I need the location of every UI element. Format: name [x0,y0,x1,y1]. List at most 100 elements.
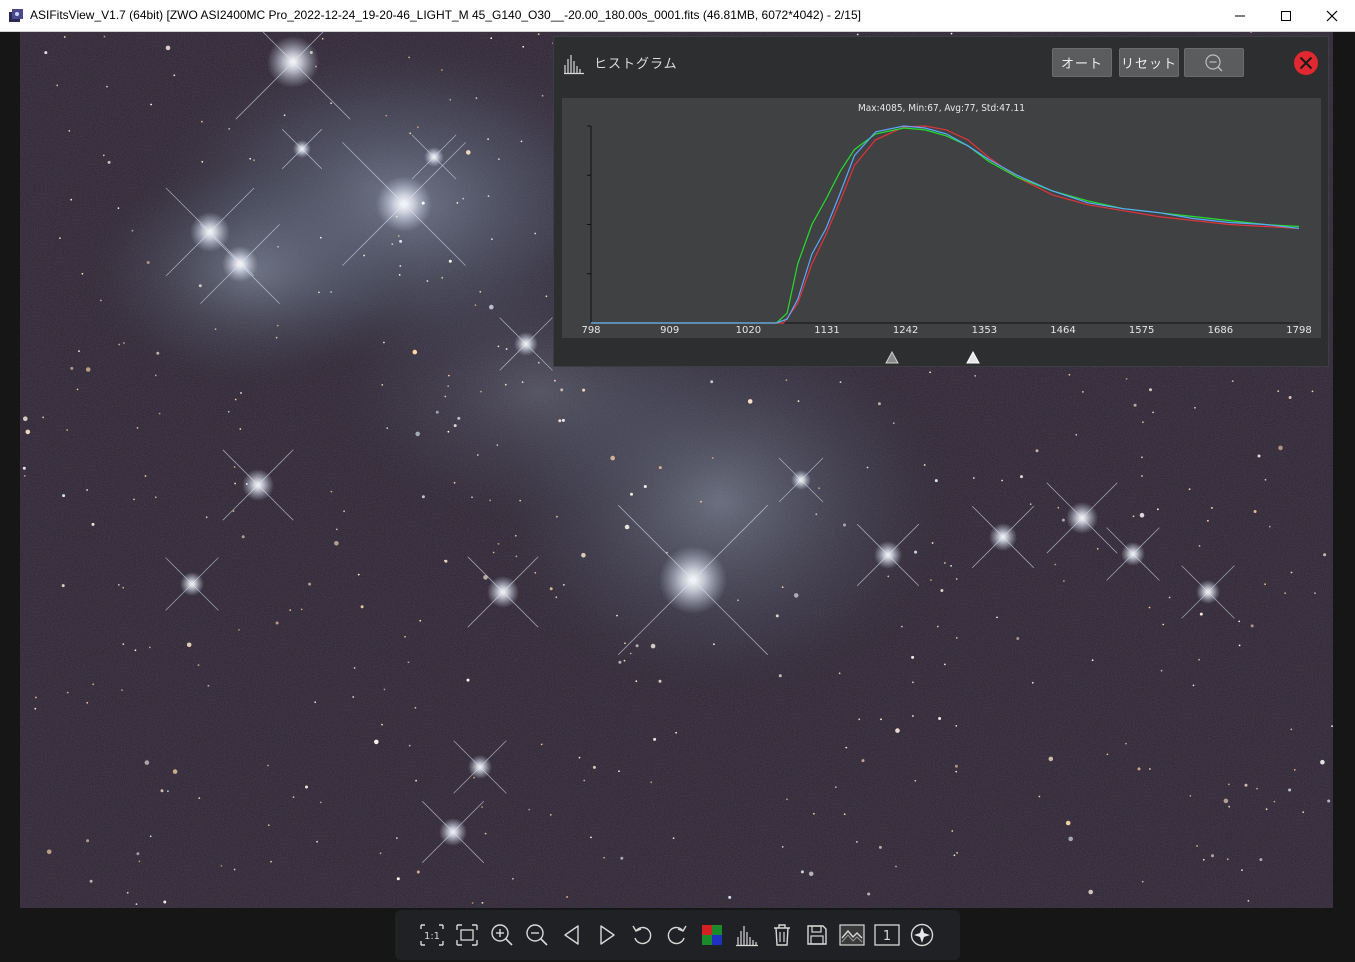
black-point-slider[interactable] [885,351,899,364]
star [134,649,137,652]
star [275,621,279,625]
star [207,684,210,687]
star [666,551,668,554]
star [249,157,252,160]
star [415,431,421,437]
star [441,276,444,279]
star [91,522,95,526]
save-button[interactable] [803,921,831,949]
star [1268,525,1271,528]
star [473,776,475,779]
star [603,856,605,859]
star [308,582,312,586]
star [522,45,525,48]
star-detect-button[interactable] [908,921,936,949]
zoom-in-icon [491,924,513,946]
close-circle-icon[interactable] [1293,50,1319,76]
star [521,381,524,384]
star [793,593,799,598]
stretch-icon [839,924,865,946]
star [292,796,295,799]
star [497,345,500,348]
x-tick-label: 909 [660,325,680,336]
star [1035,449,1039,453]
star [867,892,871,896]
reset-button[interactable]: リセット [1119,48,1179,77]
star [930,579,932,581]
star [785,379,788,382]
star [163,900,167,904]
minimize-button[interactable] [1217,0,1263,31]
zoom-out-button[interactable] [523,921,551,949]
star [834,786,837,788]
previous-button[interactable] [558,921,586,949]
star [1068,836,1073,842]
auto-button[interactable]: オート [1052,48,1112,77]
star [330,102,332,105]
star [563,584,565,586]
star [512,877,514,880]
star [545,295,548,298]
fit-window-button[interactable] [453,921,481,949]
star [528,808,531,811]
star [1250,624,1254,628]
star [786,798,788,801]
star [1199,612,1203,616]
histogram-button[interactable] [733,921,761,949]
star [1088,889,1093,895]
star [838,672,841,675]
close-button[interactable] [1309,0,1355,31]
star [583,779,586,782]
color-channels-button[interactable] [698,921,726,949]
star [228,128,231,130]
star [1162,623,1165,626]
star [955,770,958,773]
star [167,790,169,793]
star [1264,478,1267,481]
star [504,383,507,386]
actual-size-button[interactable]: 1:1 [418,921,446,949]
delete-button[interactable] [768,921,796,949]
stretch-button[interactable] [838,921,866,949]
star [1290,571,1293,574]
histogram-zoom-button[interactable] [1184,48,1244,77]
star [357,573,360,576]
star [399,265,402,267]
rotate-left-button[interactable] [628,921,656,949]
star [1194,406,1196,409]
histogram-plot[interactable]: Max:4085, Min:67, Avg:77, Std:47.11 798 9… [562,98,1321,338]
white-point-slider[interactable] [965,351,980,364]
star [118,343,121,346]
next-button[interactable] [593,921,621,949]
histogram-icon [736,926,758,947]
star [283,114,286,117]
star [205,516,208,519]
star [892,422,895,424]
star [1278,445,1283,451]
star [449,98,452,101]
star [505,348,508,350]
star [102,154,105,157]
star [453,481,456,484]
star [453,424,457,428]
star [616,614,618,617]
star [1198,545,1201,547]
maximize-button[interactable] [1263,0,1309,31]
star [1125,378,1128,380]
star [940,589,944,592]
single-view-button[interactable]: 1 [873,921,901,949]
star [711,457,714,459]
star [471,496,473,499]
star [85,367,91,372]
star [1001,479,1003,482]
star [1320,759,1325,765]
star [953,854,956,857]
star [466,150,471,155]
zoom-in-button[interactable] [488,921,516,949]
rotate-right-button[interactable] [663,921,691,949]
star [1075,433,1078,436]
star [399,239,403,243]
x-tick-label: 1686 [1207,325,1234,336]
star [955,725,958,727]
x-tick-label: 1798 [1286,325,1312,336]
